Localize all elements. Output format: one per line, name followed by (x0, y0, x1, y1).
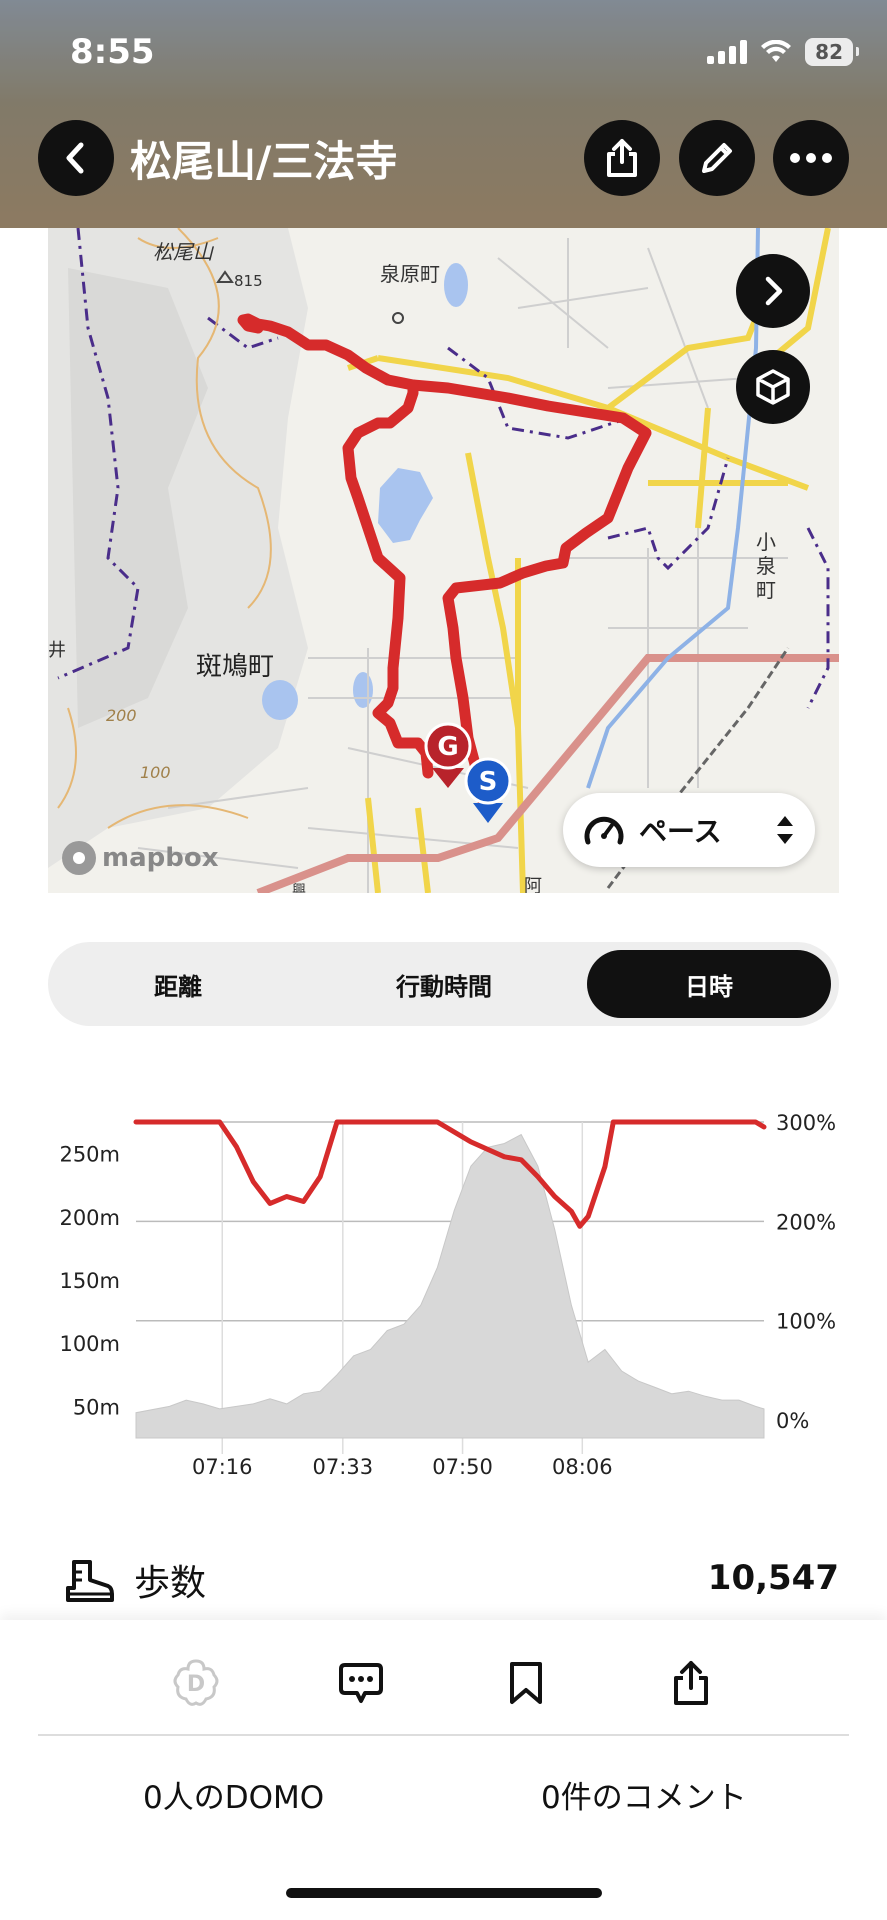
elevation-pace-chart[interactable]: 250m 200m 150m 100m 50m 300% 200% 100% 0% 07:16 07… (0, 1080, 887, 1500)
bookmark-button[interactable] (499, 1656, 553, 1710)
header: 8:55 82 松尾山/三法寺 (0, 0, 887, 228)
map-label-contour-200: 200 (106, 706, 137, 725)
cube-icon (756, 369, 790, 405)
map-label-contour-100: 100 (140, 763, 171, 782)
edit-button[interactable] (679, 120, 755, 196)
pencil-icon (702, 143, 732, 173)
start-marker-label: S (479, 767, 498, 797)
route-map[interactable]: G S 松尾山 815 泉原町 小 泉 町 斑鳩町 200 100 井 阿 興 … (48, 228, 839, 893)
sort-arrows-icon (777, 816, 793, 844)
bookmark-icon (510, 1662, 542, 1704)
y-left-tick-label: 50m (73, 1395, 120, 1419)
map-3d-button[interactable] (736, 350, 810, 424)
pond (444, 263, 468, 307)
chevron-right-icon (765, 276, 783, 306)
comment-count[interactable]: 0件のコメント (541, 1772, 747, 1817)
goal-marker[interactable]: G (424, 722, 472, 788)
map-expand-button[interactable] (736, 254, 810, 328)
battery-indicator: 82 (805, 38, 859, 66)
y-left-tick-label: 250m (59, 1143, 120, 1167)
tab-distance[interactable]: 距離 (56, 950, 300, 1018)
map-label-koizumi-3: 町 (756, 578, 776, 602)
domo-button[interactable]: D (169, 1656, 223, 1710)
comment-button[interactable] (334, 1656, 388, 1710)
start-marker[interactable]: S (464, 757, 512, 823)
share-icon (674, 1661, 708, 1705)
status-time: 8:55 (70, 32, 155, 72)
pace-selector-label: ペース (639, 815, 722, 848)
x-axis-mode-tabs: 距離 行動時間 日時 (48, 942, 839, 1026)
tab-moving-time[interactable]: 行動時間 (322, 950, 566, 1018)
x-tick-label: 07:33 (313, 1455, 374, 1479)
domo-count[interactable]: 0人のDOMO (143, 1772, 324, 1817)
comment-icon (339, 1663, 383, 1703)
share-button[interactable] (584, 120, 660, 196)
map-label-left-edge: 井 (48, 640, 66, 661)
steps-row: 歩数 10,547 (0, 1540, 887, 1622)
elevation-area (135, 1133, 765, 1439)
x-tick-label: 07:50 (432, 1455, 493, 1479)
more-dots-icon (790, 153, 832, 163)
map-label-ikaruga: 斑鳩町 (196, 652, 275, 682)
more-button[interactable] (773, 120, 849, 196)
chevron-left-icon (66, 142, 84, 174)
steps-label: 歩数 (134, 1563, 207, 1604)
pace-selector[interactable]: ペース (563, 793, 815, 867)
pond (262, 680, 298, 720)
boot-icon (66, 1560, 114, 1602)
y-left-tick-label: 150m (59, 1269, 120, 1293)
cellular-signal-icon (707, 40, 748, 64)
mapbox-logo-icon (62, 841, 96, 875)
map-label-mountain: 松尾山 (153, 240, 213, 264)
map-label-bottom: 阿 (524, 876, 542, 893)
mapbox-attribution[interactable]: mapbox (62, 841, 219, 875)
pace-line (133, 1119, 767, 1229)
share-activity-button[interactable] (664, 1656, 718, 1710)
y-right-tick-label: 300% (776, 1111, 836, 1135)
domo-flower-icon: D (173, 1659, 219, 1706)
wifi-icon (761, 40, 792, 62)
y-left-tick-label: 100m (59, 1332, 120, 1356)
map-label-izumihara: 泉原町 (380, 262, 440, 286)
mapbox-attribution-text: mapbox (102, 843, 219, 873)
x-tick-label: 08:06 (552, 1455, 613, 1479)
divider (38, 1734, 849, 1736)
map-symbol-icon (392, 312, 404, 324)
y-right-tick-label: 100% (776, 1310, 836, 1334)
x-tick-label: 07:16 (192, 1455, 253, 1479)
pond (378, 468, 433, 543)
pond (353, 672, 373, 708)
steps-value: 10,547 (707, 1558, 839, 1598)
y-left-tick-label: 200m (59, 1206, 120, 1230)
map-label-bottom-2: 興 (292, 883, 306, 893)
map-label-elevation: 815 (234, 272, 263, 290)
tab-datetime[interactable]: 日時 (587, 950, 831, 1018)
action-bar: D 0人のDOMO 0件のコメント (0, 1620, 887, 1920)
goal-marker-label: G (437, 732, 458, 762)
status-icons: 82 (707, 38, 859, 66)
home-indicator (286, 1888, 602, 1898)
page-title: 松尾山/三法寺 (130, 137, 398, 186)
svg-text:D: D (187, 1672, 205, 1697)
back-button[interactable] (38, 120, 114, 196)
chart-svg: 250m 200m 150m 100m 50m 300% 200% 100% 0% 07:16 07… (59, 1111, 836, 1479)
speedometer-icon (584, 816, 624, 845)
y-right-tick-label: 0% (776, 1409, 809, 1433)
y-right-tick-label: 200% (776, 1210, 836, 1234)
share-icon (607, 139, 637, 177)
